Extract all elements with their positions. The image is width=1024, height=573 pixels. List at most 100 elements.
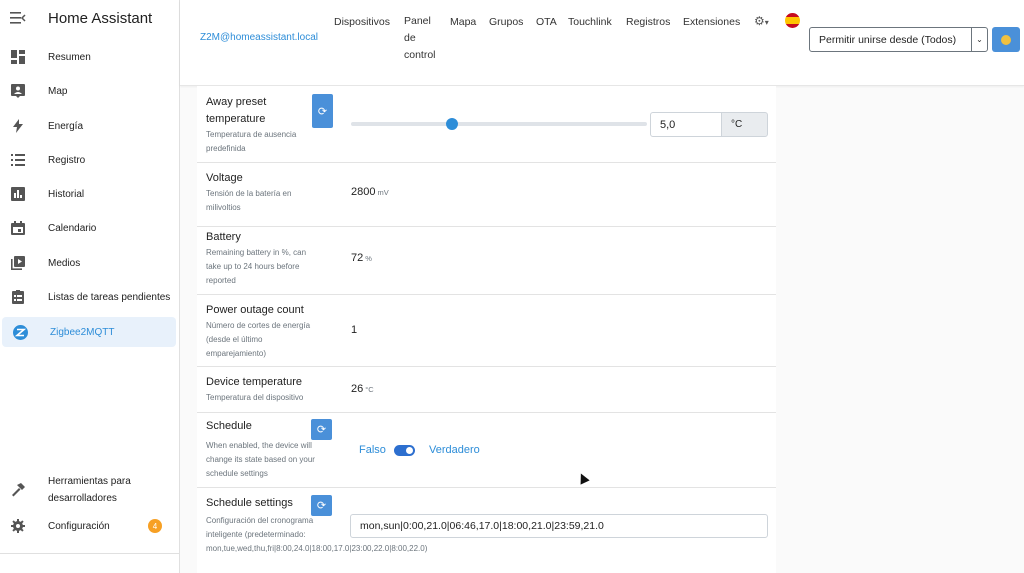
device-temp-unit: °C [365, 385, 374, 394]
clipboard-list-icon [10, 289, 26, 305]
refresh-icon: ⟳ [317, 105, 328, 118]
sidebar-header: Home Assistant [0, 0, 179, 36]
voltage-value: 2800 mV [351, 186, 389, 198]
setting-description: Remaining battery in %, can take up to 24… [206, 246, 306, 288]
sidebar-item-calendario[interactable]: Calendario [0, 213, 180, 243]
setting-title: Schedule [206, 420, 252, 432]
sidebar-item-label: Medios [48, 257, 81, 269]
setting-desc-line-2: change its state based on your [206, 455, 315, 464]
sidebar-divider [0, 553, 180, 554]
mqtt-instance-link[interactable]: Z2M@homeassistant.local [200, 32, 318, 43]
away-temp-input[interactable]: 5,0 [650, 112, 722, 137]
sidebar-item-tareas[interactable]: Listas de tareas pendientes [0, 282, 180, 312]
sidebar: Home Assistant Resumen Map Energía Regis… [0, 0, 180, 573]
device-temp-number: 26 [351, 383, 364, 395]
sidebar-item-medios[interactable]: Medios [0, 248, 180, 278]
sidebar-item-label: Registro [48, 154, 86, 166]
setting-desc-line-2: take up to 24 hours before [206, 262, 300, 271]
setting-desc-line-2: predefinida [206, 144, 246, 153]
setting-title: Device temperature [206, 376, 302, 388]
notification-badge: 4 [148, 519, 162, 533]
sidebar-item-map[interactable]: Map [0, 76, 180, 106]
nav-extensions[interactable]: Extensiones [683, 16, 740, 28]
menu-collapse-icon[interactable] [10, 12, 26, 24]
sidebar-item-developer-tools[interactable]: Herramientas para desarrolladores [0, 470, 180, 510]
calendar-icon [10, 220, 26, 236]
nav-dashboard-line-1: Panel [404, 15, 431, 27]
schedule-toggle[interactable] [394, 445, 415, 456]
schedule-settings-input[interactable]: mon,sun|0:00,21.0|06:46,17.0|18:00,21.0|… [350, 514, 768, 538]
sidebar-item-energia[interactable]: Energía [0, 111, 180, 141]
refresh-button[interactable]: ⟳ [311, 495, 332, 516]
nav-map[interactable]: Mapa [450, 16, 476, 28]
dev-tools-label-line-2: desarrolladores [48, 493, 117, 504]
battery-number: 72 [351, 252, 364, 264]
setting-description: When enabled, the device will change its … [206, 439, 315, 481]
setting-title: Battery [206, 231, 241, 243]
device-temp-value: 26 °C [351, 383, 374, 395]
setting-desc-line-2: inteligente (predeterminado: [206, 530, 306, 539]
chevron-down-icon[interactable]: ⌄ [971, 27, 988, 52]
setting-row-schedule-settings: Schedule settings Configuración del cron… [197, 488, 776, 558]
sidebar-item-label: Calendario [48, 222, 97, 234]
sidebar-item-resumen[interactable]: Resumen [0, 42, 180, 72]
setting-title: Voltage [206, 172, 243, 184]
toggle-knob [406, 447, 413, 454]
setting-desc-line-2: (desde el último [206, 335, 263, 344]
setting-row-battery: Battery Remaining battery in %, can take … [197, 227, 776, 295]
permit-join-status-icon [1001, 34, 1011, 45]
setting-desc-line-1: When enabled, the device will [206, 441, 312, 450]
setting-desc-line-2: milivoltios [206, 203, 241, 212]
nav-ota[interactable]: OTA [536, 16, 557, 28]
setting-title-line-1: Away preset [206, 96, 267, 108]
setting-desc-line-1: Remaining battery in %, can [206, 248, 307, 257]
setting-title-line-2: temperature [206, 113, 266, 125]
setting-title: Schedule settings [206, 497, 293, 509]
schedule-false-label[interactable]: Falso [359, 444, 386, 456]
outage-value: 1 [351, 324, 358, 336]
nav-touchlink[interactable]: Touchlink [568, 16, 612, 28]
refresh-button[interactable]: ⟳ [311, 419, 332, 440]
refresh-icon: ⟳ [316, 500, 327, 512]
sidebar-item-label: Resumen [48, 51, 91, 63]
setting-row-away-preset: Away preset temperature Temperatura de au… [197, 86, 776, 163]
nav-dashboard-line-2: de [404, 32, 416, 44]
nav-devices[interactable]: Dispositivos [334, 16, 390, 28]
device-settings-panel: Away preset temperature Temperatura de au… [197, 86, 776, 573]
language-flag-es-icon[interactable] [785, 13, 800, 28]
setting-row-device-temperature: Device temperature Temperatura del dispo… [197, 367, 776, 413]
setting-desc-line-1: Configuración del cronograma [206, 516, 314, 525]
away-temp-slider-track[interactable] [351, 122, 647, 126]
sidebar-item-configuracion[interactable]: Configuración 4 [0, 511, 180, 541]
away-temp-slider-thumb[interactable] [445, 118, 458, 130]
sidebar-item-zigbee2mqtt[interactable]: Zigbee2MQTT [2, 317, 176, 347]
away-temp-unit: °C [721, 112, 768, 137]
permit-join-button[interactable] [992, 27, 1020, 52]
setting-desc-line-1: Temperatura de ausencia [206, 130, 297, 139]
sidebar-item-label: Map [48, 85, 68, 97]
sidebar-item-label: Historial [48, 188, 85, 200]
sidebar-item-label: Configuración [48, 520, 110, 532]
battery-value: 72% [351, 252, 372, 264]
chart-bar-icon [10, 186, 26, 202]
setting-desc-line-3: schedule settings [206, 469, 268, 478]
sidebar-item-registro[interactable]: Registro [0, 145, 180, 175]
dev-tools-label-line-1: Herramientas para [48, 476, 131, 487]
sidebar-item-historial[interactable]: Historial [0, 179, 180, 209]
setting-desc-line-3: mon,tue,wed,thu,fri|8:00,24.0|18:00,17.0… [206, 544, 428, 553]
schedule-true-label[interactable]: Verdadero [429, 444, 480, 456]
refresh-button[interactable]: ⟳ [312, 94, 333, 128]
settings-dropdown-gear-icon[interactable]: ⚙▾ [754, 14, 769, 28]
topbar: Z2M@homeassistant.local Dispositivos Pan… [180, 0, 1024, 86]
permit-join-select[interactable]: Permitir unirse desde (Todos) [809, 27, 972, 52]
nav-dashboard[interactable]: Panel de control [404, 13, 436, 64]
setting-row-schedule: Schedule When enabled, the device will ch… [197, 413, 776, 488]
map-person-icon [10, 83, 26, 99]
nav-dashboard-line-3: control [404, 49, 436, 61]
voltage-number: 2800 [351, 186, 376, 198]
zigbee-icon [12, 324, 28, 340]
nav-groups[interactable]: Grupos [489, 16, 523, 28]
nav-logs[interactable]: Registros [626, 16, 670, 28]
setting-desc-line-1: Tensión de la batería en [206, 189, 292, 198]
battery-unit: % [365, 254, 372, 263]
